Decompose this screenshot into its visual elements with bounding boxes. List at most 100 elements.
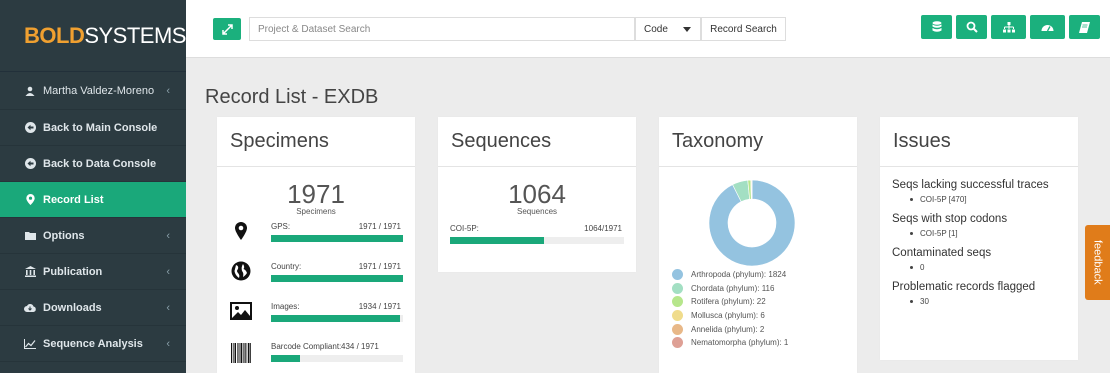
book-button[interactable]: [1069, 15, 1100, 39]
sidebar-nav: Martha Valdez-Moreno ‹ Back to Main Cons…: [0, 72, 186, 362]
issue-item[interactable]: 0: [892, 263, 1066, 272]
issue-title: Problematic records flagged: [892, 281, 1036, 293]
sidebar-item-label: Downloads: [43, 301, 102, 314]
search-icon: [966, 21, 978, 33]
database-button[interactable]: [921, 15, 952, 39]
feedback-label: feedback: [1091, 240, 1104, 285]
stat-row-gps: GPS: 1971 / 1971: [217, 216, 415, 256]
issue-item[interactable]: COI-5P [470]: [892, 195, 1066, 204]
sidebar-item-label: Sequence Analysis: [43, 337, 143, 350]
brand-logo[interactable]: BOLD SYSTEMS: [0, 0, 186, 72]
stat-row-coi5p: COI-5P: 1064/1971: [438, 224, 636, 254]
progress-bar: [450, 237, 624, 244]
taxonomy-legend: Arthropoda (phylum): 1824 Chordata (phyl…: [672, 268, 788, 350]
record-search-button[interactable]: Record Search: [701, 17, 786, 41]
dashboard-button[interactable]: [1030, 15, 1065, 39]
progress-fill: [271, 275, 403, 282]
issue-title: Seqs with stop codons: [892, 213, 1008, 225]
project-search-box: [249, 17, 635, 41]
code-select-value: Code: [644, 23, 668, 35]
issue-item[interactable]: COI-5P [1]: [892, 229, 1066, 238]
sidebar-user-name: Martha Valdez-Moreno: [43, 84, 155, 97]
stat-row-images: Images: 1934 / 1971: [217, 296, 415, 336]
sequences-count-label: Sequences: [516, 207, 558, 216]
map-marker-icon: [24, 194, 36, 206]
legend-item: Mollusca (phylum): 6: [672, 309, 788, 323]
progress-bar: [271, 275, 403, 282]
brand-part2: SYSTEMS: [84, 22, 186, 48]
stat-value: 1971 / 1971: [358, 262, 401, 271]
page-title: Record List - EXDB: [205, 86, 379, 108]
legend-label: Chordata (phylum): 116: [691, 283, 775, 293]
progress-fill: [271, 315, 401, 322]
code-select[interactable]: Code: [635, 17, 701, 41]
legend-swatch: [672, 269, 683, 281]
toolbar-buttons: [921, 15, 1100, 39]
dashboard-icon: [1041, 25, 1054, 32]
issues-card: Issues Seqs lacking successful traces CO…: [880, 117, 1078, 360]
sidebar-item-label: Back to Main Console: [43, 121, 158, 134]
arrow-circle-left-icon: [24, 122, 36, 134]
legend-item: Rotifera (phylum): 22: [672, 295, 788, 309]
chevron-left-icon: ‹: [166, 301, 170, 314]
issue-item[interactable]: 30: [892, 297, 1066, 306]
sidebar-item-publication[interactable]: Publication ‹: [0, 254, 186, 290]
image-icon: [230, 302, 252, 320]
legend-swatch: [672, 337, 683, 349]
arrow-circle-left-icon: [24, 158, 36, 170]
legend-swatch: [672, 310, 683, 322]
sidebar-item-main-console[interactable]: Back to Main Console: [0, 110, 186, 146]
sidebar-item-user[interactable]: Martha Valdez-Moreno ‹: [0, 72, 186, 110]
feedback-tab[interactable]: feedback: [1085, 225, 1110, 300]
sidebar: BOLD SYSTEMS Martha Valdez-Moreno ‹ Back …: [0, 0, 186, 373]
legend-label: Nematomorpha (phylum): 1: [691, 338, 789, 348]
sitemap-button[interactable]: [991, 15, 1026, 39]
stat-row-country: Country: 1971 / 1971: [217, 256, 415, 296]
legend-item: Nematomorpha (phylum): 1: [672, 336, 788, 350]
sidebar-item-record-list[interactable]: Record List: [0, 182, 186, 218]
issue-item-label: 30: [920, 297, 929, 306]
bullet-icon: [910, 300, 913, 303]
specimens-card-title: Specimens: [217, 117, 415, 167]
line-chart-icon: [24, 338, 36, 350]
chevron-left-icon: ‹: [166, 84, 170, 97]
stat-value: 1934 / 1971: [358, 302, 401, 311]
sidebar-item-downloads[interactable]: Downloads ‹: [0, 290, 186, 326]
stat-label: COI-5P:: [450, 224, 479, 233]
stat-value: 1064/1971: [584, 224, 622, 233]
bank-icon: [24, 266, 36, 278]
bullet-icon: [910, 266, 913, 269]
stat-row-barcode: Barcode Compliant: 434 / 1971: [217, 336, 415, 373]
search-button[interactable]: [956, 15, 987, 39]
progress-bar: [271, 315, 403, 322]
chevron-left-icon: ‹: [166, 265, 170, 278]
specimens-count-label: Specimens: [296, 207, 336, 216]
progress-fill: [271, 355, 301, 362]
project-search-input[interactable]: [250, 18, 634, 40]
progress-fill: [450, 237, 544, 244]
sidebar-item-sequence-analysis[interactable]: Sequence Analysis ‹: [0, 326, 186, 362]
progress-bar: [271, 355, 403, 362]
specimens-card: Specimens 1971 Specimens GPS: 1971 / 197…: [217, 117, 415, 373]
issue-title: Contaminated seqs: [892, 247, 992, 259]
expand-icon: [221, 23, 233, 35]
sidebar-item-label: Publication: [43, 265, 103, 278]
legend-label: Annelida (phylum): 2: [691, 324, 765, 334]
cloud-download-icon: [24, 302, 36, 314]
issue-list: Seqs lacking successful traces COI-5P [4…: [880, 167, 1078, 327]
sidebar-item-options[interactable]: Options ‹: [0, 218, 186, 254]
sidebar-item-label: Options: [43, 229, 85, 242]
user-icon: [24, 85, 36, 97]
stat-label: Country:: [271, 262, 302, 271]
sitemap-icon: [1002, 21, 1015, 32]
sequences-card-title: Sequences: [438, 117, 636, 167]
stat-value: 434 / 1971: [341, 342, 379, 351]
sidebar-item-label: Record List: [43, 193, 104, 206]
legend-item: Chordata (phylum): 116: [672, 282, 788, 296]
taxonomy-donut-chart: [708, 179, 796, 267]
issue-item-label: 0: [920, 263, 925, 272]
stat-label: Images:: [271, 302, 300, 311]
expand-button[interactable]: [213, 18, 241, 40]
legend-label: Mollusca (phylum): 6: [691, 311, 765, 321]
sidebar-item-data-console[interactable]: Back to Data Console: [0, 146, 186, 182]
